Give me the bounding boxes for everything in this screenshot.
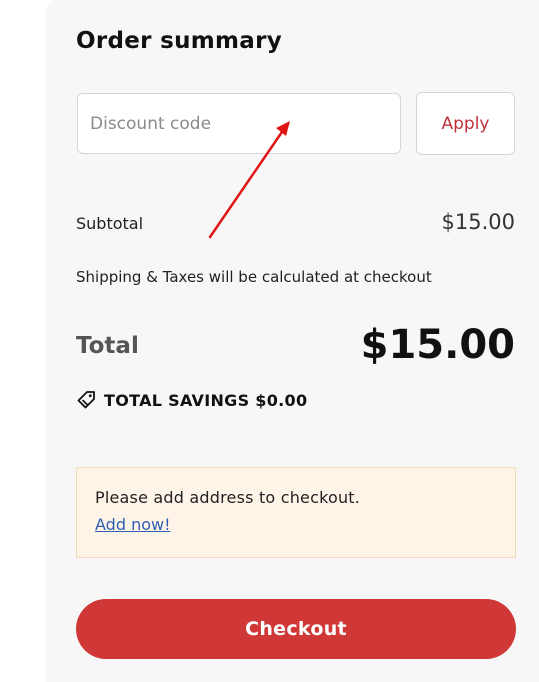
subtotal-value: $15.00 xyxy=(441,210,515,234)
total-label: Total xyxy=(76,333,139,359)
annotation-arrow-icon xyxy=(208,121,290,239)
order-summary-title: Order summary xyxy=(76,28,283,54)
tag-icon xyxy=(77,391,95,409)
subtotal-label: Subtotal xyxy=(76,214,144,233)
total-value: $15.00 xyxy=(360,322,515,368)
address-notice-message: Please add address to checkout. xyxy=(95,488,361,507)
total-savings-text: TOTAL SAVINGS $0.00 xyxy=(104,390,308,410)
total-savings: TOTAL SAVINGS $0.00 xyxy=(76,390,307,410)
checkout-button[interactable]: Checkout xyxy=(76,599,516,659)
add-address-link[interactable]: Add now! xyxy=(95,515,171,534)
shipping-taxes-note: Shipping & Taxes will be calculated at c… xyxy=(76,268,432,286)
apply-discount-button[interactable]: Apply xyxy=(416,92,515,155)
address-notice: Please add address to checkout. Add now! xyxy=(76,467,516,558)
